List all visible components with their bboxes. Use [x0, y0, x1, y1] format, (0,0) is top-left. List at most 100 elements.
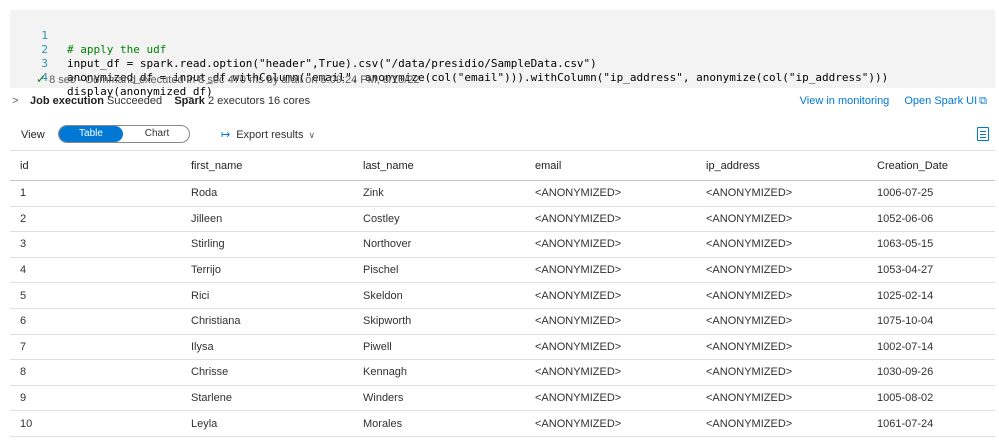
- open-spark-ui-link[interactable]: Open Spark UI ⧉: [904, 95, 987, 107]
- table-cell: Zink: [363, 187, 384, 200]
- table-cell: <ANONYMIZED>: [706, 264, 793, 277]
- table-cell: Pischel: [363, 264, 399, 277]
- check-icon: ✓: [36, 72, 47, 86]
- table-cell: 10: [20, 417, 33, 430]
- table-row: 7 Ilysa Piwell <ANONYMIZED> <ANONYMIZED>…: [10, 335, 995, 361]
- open-spark-ui-label: Open Spark UI: [904, 95, 978, 107]
- column-header-creation-date[interactable]: Creation_Date: [877, 151, 948, 180]
- table-cell: <ANONYMIZED>: [535, 417, 622, 430]
- export-arrow-icon: ↦: [221, 129, 231, 141]
- table-cell: 5: [20, 289, 27, 302]
- status-text: - Command executed in 8 sec 470 ms by ar…: [78, 74, 420, 86]
- table-cell: 1005-08-02: [877, 392, 934, 405]
- job-execution-bar: > Job execution Succeeded Spark 2 executo…: [0, 90, 999, 114]
- table-cell: <ANONYMIZED>: [706, 187, 793, 200]
- table-cell: 2: [20, 212, 27, 225]
- export-results-button[interactable]: ↦ Export results ∨: [221, 128, 315, 141]
- table-cell: Chrisse: [191, 366, 229, 379]
- table-cell: <ANONYMIZED>: [706, 212, 793, 225]
- table-cell: <ANONYMIZED>: [535, 187, 622, 200]
- table-cell: 1: [20, 187, 27, 200]
- code-line: 4 display(anonymized_df): [10, 57, 212, 98]
- table-cell: <ANONYMIZED>: [535, 212, 622, 225]
- table-row: 8 Chrisse Kennagh <ANONYMIZED> <ANONYMIZ…: [10, 360, 995, 386]
- table-cell: <ANONYMIZED>: [706, 315, 793, 328]
- table-cell: <ANONYMIZED>: [535, 264, 622, 277]
- table-cell: Kennagh: [363, 366, 408, 379]
- table-cell: Ilysa: [191, 340, 214, 353]
- spark-info: 2 executors 16 cores: [207, 95, 311, 107]
- table-cell: <ANONYMIZED>: [535, 340, 622, 353]
- table-cell: 1006-07-25: [877, 187, 934, 200]
- table-cell: 1053-04-27: [877, 264, 934, 277]
- column-header-email[interactable]: email: [535, 151, 561, 180]
- code-line: 1 # apply the udf: [10, 15, 166, 56]
- table-cell: Costley: [363, 212, 400, 225]
- table-cell: <ANONYMIZED>: [706, 340, 793, 353]
- table-cell: Rici: [191, 289, 210, 302]
- status-duration: 8 sec: [49, 74, 76, 86]
- chevron-down-icon: ∨: [308, 130, 316, 140]
- table-row: 5 Rici Skeldon <ANONYMIZED> <ANONYMIZED>…: [10, 283, 995, 309]
- table-cell: 8: [20, 366, 27, 379]
- job-links: View in monitoring Open Spark UI ⧉: [788, 95, 987, 108]
- table-row: 1 Roda Zink <ANONYMIZED> <ANONYMIZED> 10…: [10, 181, 995, 207]
- table-cell: 4: [20, 264, 27, 277]
- execution-status: ✓ 8 sec - Command executed in 8 sec 470 m…: [36, 72, 420, 87]
- table-cell: Christiana: [191, 315, 241, 328]
- chevron-right-icon[interactable]: >: [12, 95, 22, 107]
- table-cell: <ANONYMIZED>: [706, 417, 793, 430]
- side-panel-icon[interactable]: [977, 127, 989, 141]
- results-toolbar: View Table Chart ↦ Export results ∨: [0, 122, 999, 148]
- job-state: Succeeded: [107, 95, 163, 107]
- table-cell: Winders: [363, 392, 404, 405]
- table-row: 9 Starlene Winders <ANONYMIZED> <ANONYMI…: [10, 386, 995, 412]
- code-text: # apply the udf: [67, 43, 167, 56]
- table-cell: Terrijo: [191, 264, 221, 277]
- table-row: 10 Leyla Morales <ANONYMIZED> <ANONYMIZE…: [10, 411, 995, 437]
- table-cell: Skipworth: [363, 315, 412, 328]
- view-toggle: Table Chart: [58, 125, 190, 143]
- table-cell: <ANONYMIZED>: [535, 366, 622, 379]
- table-cell: 1025-02-14: [877, 289, 934, 302]
- table-cell: Roda: [191, 187, 218, 200]
- table-row: 6 Christiana Skipworth <ANONYMIZED> <ANO…: [10, 309, 995, 335]
- table-cell: Piwell: [363, 340, 392, 353]
- table-cell: 7: [20, 340, 27, 353]
- table-row: 3 Stirling Northover <ANONYMIZED> <ANONY…: [10, 232, 995, 258]
- code-line: 2 input_df = spark.read.option("header",…: [10, 29, 596, 70]
- table-cell: 9: [20, 392, 27, 405]
- results-table: id first_name last_name email ip_address…: [10, 150, 995, 437]
- code-text: input_df = spark.read.option("header",Tr…: [67, 57, 597, 70]
- code-cell[interactable]: 1 # apply the udf 2 input_df = spark.rea…: [10, 10, 995, 98]
- view-label: View: [21, 129, 45, 141]
- table-cell: <ANONYMIZED>: [535, 238, 622, 251]
- column-header-id[interactable]: id: [20, 151, 29, 180]
- column-header-last-name[interactable]: last_name: [363, 151, 414, 180]
- table-cell: Leyla: [191, 417, 218, 430]
- table-cell: 1063-05-15: [877, 238, 934, 251]
- table-cell: <ANONYMIZED>: [535, 289, 622, 302]
- table-cell: 1061-07-24: [877, 417, 934, 430]
- column-header-ip-address[interactable]: ip_address: [706, 151, 760, 180]
- table-cell: Stirling: [191, 238, 225, 251]
- table-cell: 1002-07-14: [877, 340, 934, 353]
- code-line: 3 anonymized_df = input_df.withColumn("e…: [10, 43, 888, 84]
- table-cell: <ANONYMIZED>: [535, 315, 622, 328]
- column-header-first-name[interactable]: first_name: [191, 151, 242, 180]
- table-row: 4 Terrijo Pischel <ANONYMIZED> <ANONYMIZ…: [10, 258, 995, 284]
- table-cell: 1052-06-06: [877, 212, 934, 225]
- table-header-row: id first_name last_name email ip_address…: [10, 150, 995, 181]
- job-label: Job execution: [30, 95, 104, 107]
- table-view-button[interactable]: Table: [59, 126, 123, 142]
- export-results-label: Export results: [236, 129, 304, 141]
- table-row: 2 Jilleen Costley <ANONYMIZED> <ANONYMIZ…: [10, 207, 995, 233]
- table-cell: Starlene: [191, 392, 232, 405]
- table-cell: <ANONYMIZED>: [535, 392, 622, 405]
- view-in-monitoring-link[interactable]: View in monitoring: [800, 95, 890, 107]
- job-execution-summary[interactable]: > Job execution Succeeded Spark 2 executo…: [12, 95, 310, 107]
- table-cell: <ANONYMIZED>: [706, 238, 793, 251]
- spark-label: Spark: [174, 95, 205, 107]
- chart-view-button[interactable]: Chart: [125, 126, 189, 142]
- table-cell: 6: [20, 315, 27, 328]
